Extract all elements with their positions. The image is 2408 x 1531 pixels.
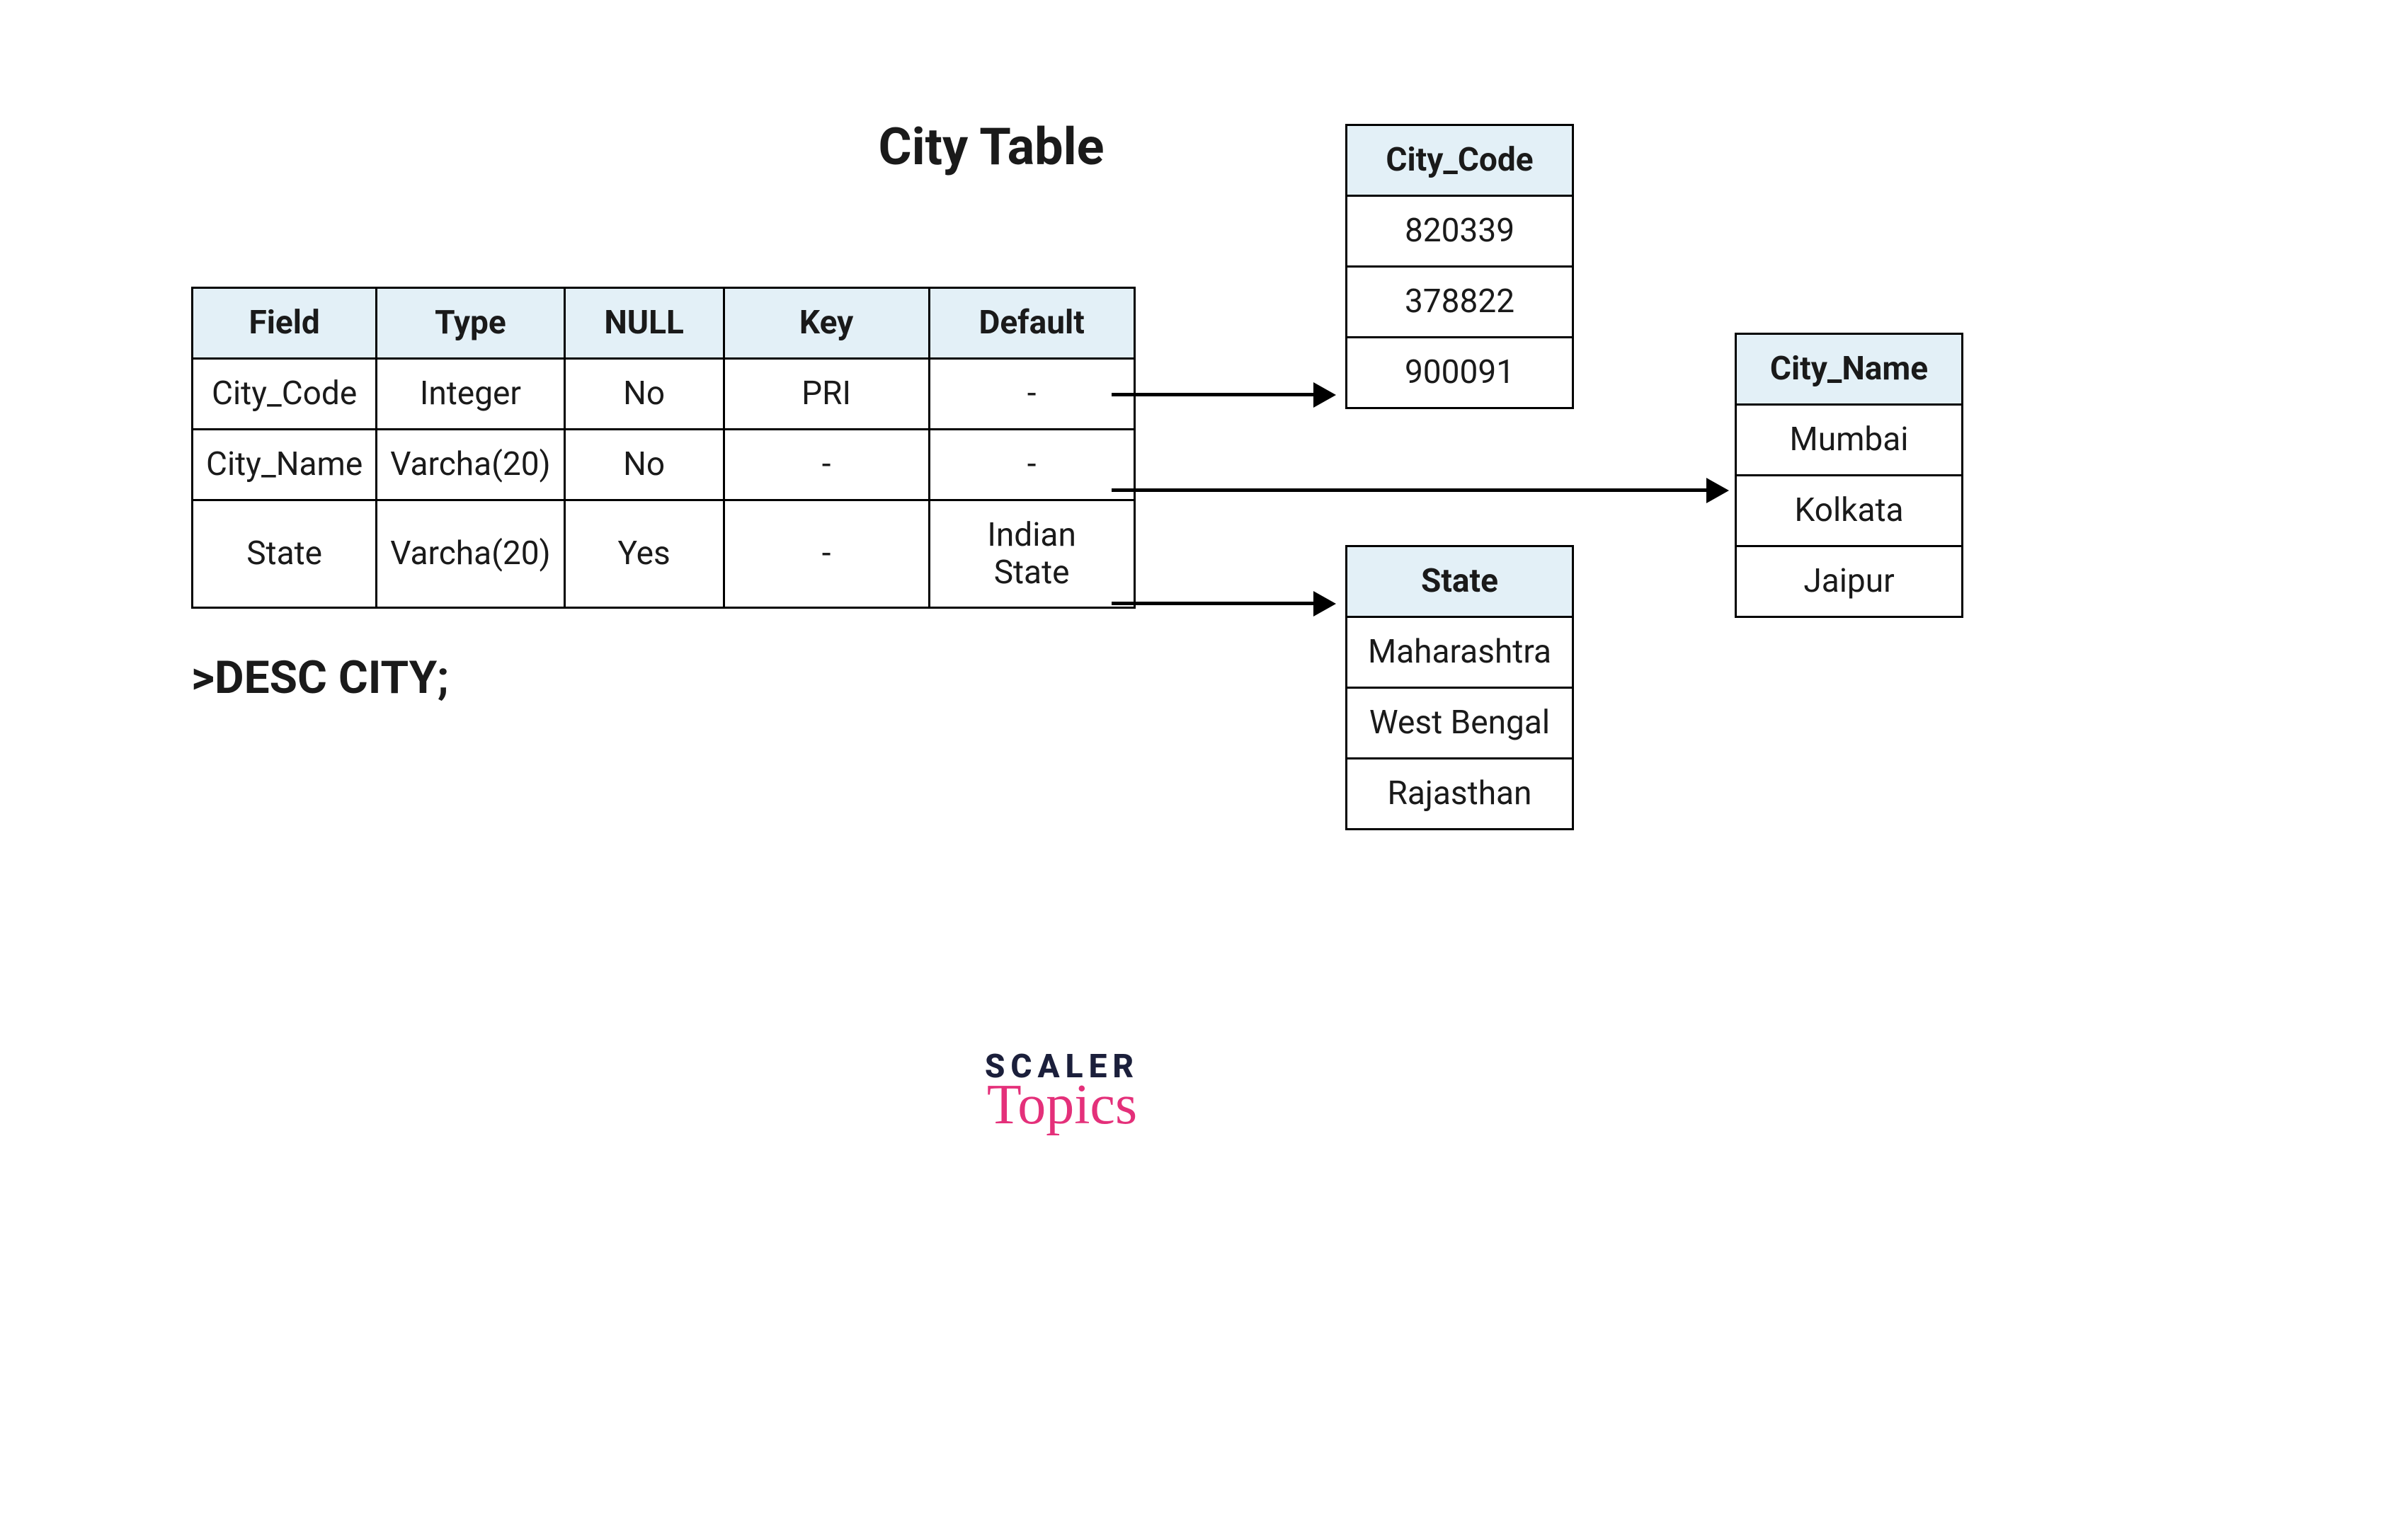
brand-logo: SCALER Topics — [949, 1048, 1175, 1137]
col-header-type: Type — [377, 288, 564, 359]
mini-cell: 900091 — [1347, 337, 1573, 408]
col-header-key: Key — [724, 288, 929, 359]
cell: Varcha(20) — [377, 500, 564, 608]
cell: - — [929, 358, 1134, 429]
mini-cell: Maharashtra — [1347, 617, 1573, 687]
state-table: State Maharashtra West Bengal Rajasthan — [1345, 545, 1574, 830]
arrow-head-icon — [1313, 382, 1336, 408]
cell: - — [929, 429, 1134, 500]
cell: State — [193, 500, 377, 608]
mini-cell: Mumbai — [1736, 404, 1963, 475]
col-header-field: Field — [193, 288, 377, 359]
schema-table: Field Type NULL Key Default City_Code In… — [191, 287, 1136, 609]
mini-cell: West Bengal — [1347, 687, 1573, 758]
cell: Yes — [564, 500, 724, 608]
col-header-default: Default — [929, 288, 1134, 359]
mini-header: State — [1347, 546, 1573, 617]
cell: Indian State — [929, 500, 1134, 608]
page-title: City Table — [793, 117, 1189, 177]
mini-cell: 820339 — [1347, 195, 1573, 266]
cell: City_Name — [193, 429, 377, 500]
mini-header: City_Code — [1347, 125, 1573, 196]
cell: PRI — [724, 358, 929, 429]
sql-command: >DESC CITY; — [191, 651, 449, 704]
arrow-line — [1112, 488, 1706, 492]
cell: - — [724, 429, 929, 500]
cell: Integer — [377, 358, 564, 429]
logo-line2: Topics — [949, 1073, 1175, 1137]
city-code-table: City_Code 820339 378822 900091 — [1345, 124, 1574, 409]
col-header-null: NULL — [564, 288, 724, 359]
arrow-line — [1112, 602, 1313, 605]
cell: Varcha(20) — [377, 429, 564, 500]
arrow-head-icon — [1313, 591, 1336, 617]
schema-header-row: Field Type NULL Key Default — [193, 288, 1135, 359]
mini-cell: Jaipur — [1736, 546, 1963, 617]
schema-row: City_Name Varcha(20) No - - — [193, 429, 1135, 500]
arrow-head-icon — [1706, 478, 1729, 503]
schema-row: City_Code Integer No PRI - — [193, 358, 1135, 429]
mini-header: City_Name — [1736, 334, 1963, 405]
city-name-table: City_Name Mumbai Kolkata Jaipur — [1735, 333, 1963, 618]
cell: No — [564, 429, 724, 500]
arrow-line — [1112, 393, 1313, 396]
cell: No — [564, 358, 724, 429]
cell: City_Code — [193, 358, 377, 429]
mini-cell: Rajasthan — [1347, 758, 1573, 829]
cell: - — [724, 500, 929, 608]
diagram-canvas: City Table Field Type NULL Key Default C… — [0, 0, 2408, 1531]
mini-cell: 378822 — [1347, 266, 1573, 337]
schema-row: State Varcha(20) Yes - Indian State — [193, 500, 1135, 608]
mini-cell: Kolkata — [1736, 475, 1963, 546]
